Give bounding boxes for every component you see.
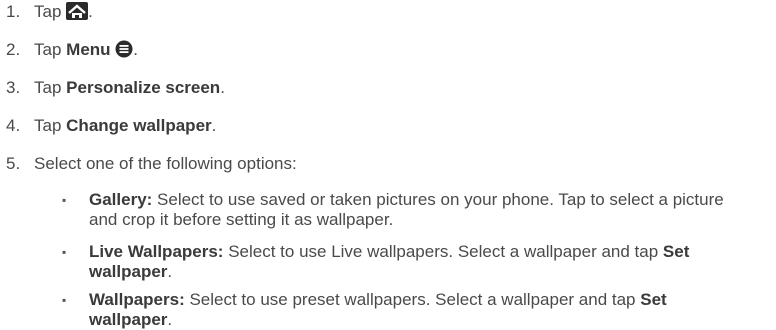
step-1: 1. Tap . (0, 2, 93, 25)
home-icon (66, 2, 89, 25)
option-text: Select to use preset wallpapers. Select … (184, 290, 641, 309)
step-number: 5. (6, 154, 21, 173)
option-text: Select to use saved or taken pictures on… (89, 190, 724, 229)
instructions-document: 1. Tap . 2. Tap Menu . 3. Tap Personalize s… (0, 0, 776, 329)
step-number: 3. (6, 78, 21, 97)
bullet-icon: ▪ (62, 193, 67, 207)
step-text: Tap (34, 2, 62, 21)
option-wallpapers: Wallpapers: Select to use preset wallpap… (89, 290, 749, 330)
step-suffix: . (220, 78, 225, 97)
step-bold: Personalize screen (66, 78, 221, 97)
step-number: 4. (6, 116, 21, 135)
option-text: Select to use Live wallpapers. Select a … (223, 242, 663, 261)
option-suffix: . (167, 310, 173, 329)
step-5: 5. Select one of the following options: (0, 154, 297, 174)
step-suffix: . (88, 2, 93, 21)
step-bold: Change wallpaper (66, 116, 212, 135)
option-title: Live Wallpapers: (89, 242, 224, 261)
step-suffix: . (211, 116, 217, 135)
step-text: Tap (34, 40, 62, 59)
step-3: 3. Tap Personalize screen. (0, 78, 225, 98)
step-text: Select one of the following options: (34, 154, 297, 173)
step-number: 2. (6, 40, 21, 59)
step-4: 4. Tap Change wallpaper. (0, 116, 216, 136)
menu-icon (115, 40, 133, 63)
bullet-icon: ▪ (62, 245, 67, 259)
option-suffix: . (167, 262, 173, 281)
step-suffix: . (133, 40, 139, 59)
step-2: 2. Tap Menu . (0, 40, 138, 63)
step-bold: Menu (66, 40, 111, 59)
option-gallery: Gallery: Select to use saved or taken pi… (89, 190, 749, 230)
bullet-icon: ▪ (62, 293, 67, 307)
step-text: Tap (34, 116, 62, 135)
option-live-wallpapers: Live Wallpapers: Select to use Live wall… (89, 242, 749, 282)
step-text: Tap (34, 78, 62, 97)
option-title: Gallery: (89, 190, 153, 209)
option-title: Wallpapers: (89, 290, 185, 309)
step-number: 1. (6, 2, 21, 21)
